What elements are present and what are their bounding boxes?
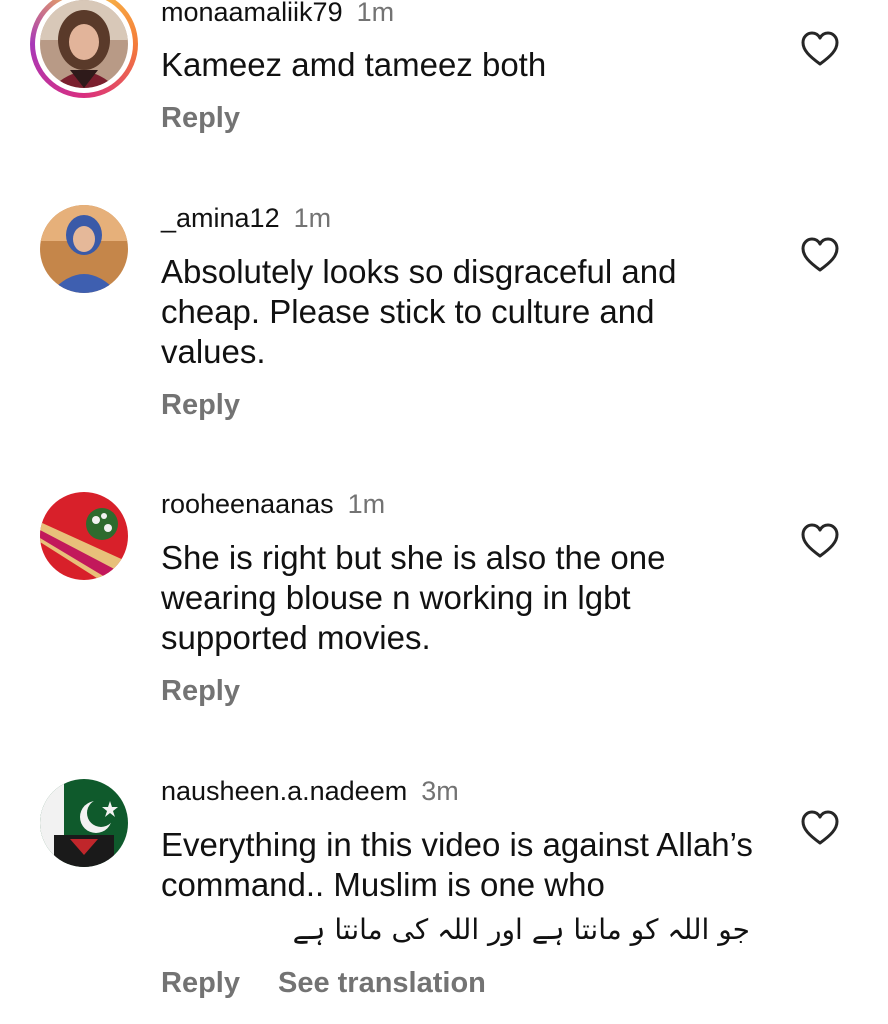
avatar[interactable] <box>40 779 128 867</box>
username[interactable]: rooheenaanas <box>161 489 334 519</box>
reply-button[interactable]: Reply <box>161 101 240 135</box>
comment-text: Kameez amd tameez both <box>161 46 547 83</box>
comment-text: Absolutely looks so disgraceful and chea… <box>161 253 677 370</box>
avatar[interactable] <box>30 0 138 98</box>
reply-button[interactable]: Reply <box>161 674 240 708</box>
reply-button[interactable]: Reply <box>161 966 240 1000</box>
profile-photo-icon <box>40 0 128 88</box>
comment-text: She is right but she is also the one wea… <box>161 539 666 656</box>
username[interactable]: _amina12 <box>161 203 280 233</box>
see-translation-button[interactable]: See translation <box>278 966 486 1000</box>
heart-outline-icon <box>801 810 839 845</box>
like-button[interactable] <box>801 31 839 67</box>
reply-button[interactable]: Reply <box>161 388 240 422</box>
avatar[interactable] <box>40 205 128 293</box>
comment-text: Everything in this video is against Alla… <box>161 826 753 903</box>
heart-outline-icon <box>801 237 839 272</box>
like-button[interactable] <box>801 237 839 273</box>
like-button[interactable] <box>801 810 839 846</box>
comment-time: 1m <box>293 203 332 233</box>
profile-photo-icon <box>40 492 128 580</box>
username[interactable]: nausheen.a.nadeem <box>161 776 407 806</box>
comment-time: 3m <box>421 776 459 806</box>
comment-text-urdu: جو اللہ کو مانتا ہے اور اللہ کی مانتا ہے <box>292 913 750 946</box>
comment-time: 1m <box>356 0 395 27</box>
avatar[interactable] <box>40 492 128 580</box>
heart-outline-icon <box>801 31 839 66</box>
like-button[interactable] <box>801 523 839 559</box>
username[interactable]: monaamaliik79 <box>161 0 343 27</box>
heart-outline-icon <box>801 523 839 558</box>
profile-photo-icon <box>40 779 128 867</box>
comment-time: 1m <box>347 489 386 519</box>
profile-photo-icon <box>40 205 128 293</box>
